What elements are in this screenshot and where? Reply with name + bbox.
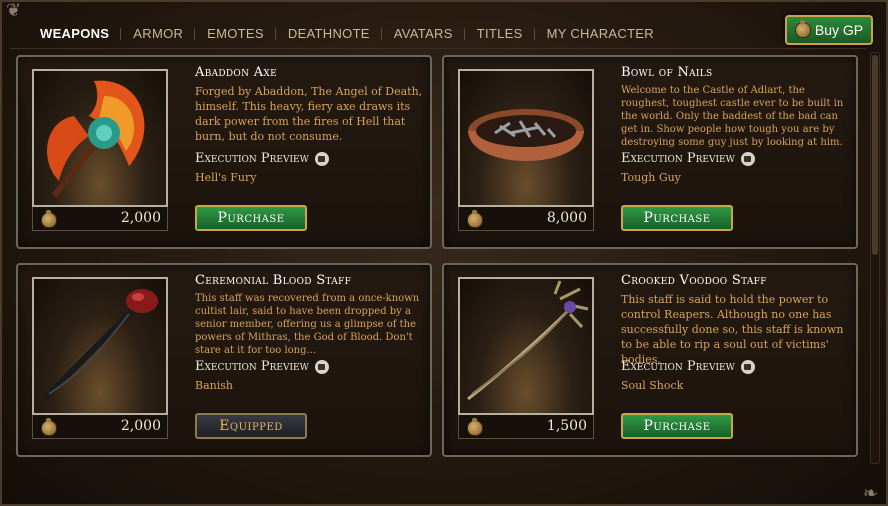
coin-bag-icon [467,210,483,228]
execution-name: Soul Shock [621,379,684,392]
purchase-button[interactable]: Purchase [621,205,733,231]
item-list: 2,000 Abaddon Axe Forged by Abaddon, The… [10,48,866,469]
shop-window: ❦ ❧ WEAPONS ARMOR EMOTES DEATHNOTE AVATA… [0,0,888,506]
camera-icon[interactable] [314,151,329,166]
purchase-button[interactable]: Purchase [195,205,307,231]
item-image-ceremonial-blood-staff [32,277,168,415]
tab-weapons[interactable]: WEAPONS [28,26,121,41]
execution-name: Banish [195,379,233,392]
item-card: 1,500 Crooked Voodoo Staff This staff is… [442,263,858,457]
item-price: 1,500 [546,418,587,434]
execution-preview[interactable]: Execution Preview [621,151,755,166]
buy-gp-label: Buy GP [814,22,864,38]
execution-preview[interactable]: Execution Preview [195,151,329,166]
tab-deathnote[interactable]: DEATHNOTE [274,26,382,41]
item-description: Welcome to the Castle of Adlart, the rou… [621,85,844,148]
item-card: 2,000 Abaddon Axe Forged by Abaddon, The… [16,55,432,249]
coin-bag-icon [467,418,483,436]
item-title: Abaddon Axe [195,65,277,80]
tab-armor[interactable]: ARMOR [120,26,195,41]
camera-icon[interactable] [740,151,755,166]
item-card: 8,000 Bowl of Nails Welcome to the Castl… [442,55,858,249]
price-tag: 2,000 [32,415,168,439]
tab-titles[interactable]: TITLES [463,26,535,41]
execution-preview[interactable]: Execution Preview [195,359,329,374]
execution-preview-label: Execution Preview [621,359,735,374]
coin-bag-icon [794,20,811,38]
item-title: Bowl of Nails [621,65,713,80]
item-description: This staff was recovered from a once-kno… [195,293,420,356]
coin-bag-icon [41,210,57,228]
item-title: Ceremonial Blood Staff [195,273,352,288]
tab-avatars[interactable]: AVATARS [380,26,465,41]
purchase-button[interactable]: Purchase [621,413,733,439]
execution-preview-label: Execution Preview [195,151,309,166]
tab-my-character[interactable]: MY CHARACTER [533,26,666,41]
scrollbar-thumb[interactable] [872,55,878,255]
buy-gp-button[interactable]: Buy GP [785,15,873,45]
item-card: 2,000 Ceremonial Blood Staff This staff … [16,263,432,457]
item-title: Crooked Voodoo Staff [621,273,767,288]
price-tag: 2,000 [32,207,168,231]
camera-icon[interactable] [314,359,329,374]
item-description: This staff is said to hold the power to … [621,293,844,366]
category-tabs: WEAPONS ARMOR EMOTES DEATHNOTE AVATARS T… [28,18,666,48]
item-description: Forged by Abaddon, The Angel of Death, h… [195,85,423,143]
execution-preview-label: Execution Preview [195,359,309,374]
execution-preview[interactable]: Execution Preview [621,359,755,374]
item-image-abaddon-axe [32,69,168,207]
tab-emotes[interactable]: EMOTES [194,26,276,41]
item-image-bowl-of-nails [458,69,594,207]
camera-icon[interactable] [740,359,755,374]
coin-bag-icon [41,418,57,436]
item-price: 8,000 [546,210,587,226]
item-price: 2,000 [120,210,161,226]
execution-preview-label: Execution Preview [621,151,735,166]
execution-name: Hell's Fury [195,171,257,184]
execution-name: Tough Guy [621,171,681,184]
ornament-corner-icon: ❧ [862,483,878,504]
scrollbar[interactable] [870,52,880,464]
item-price: 2,000 [120,418,161,434]
price-tag: 1,500 [458,415,594,439]
price-tag: 8,000 [458,207,594,231]
equipped-button[interactable]: Equipped [195,413,307,439]
item-image-crooked-voodoo-staff [458,277,594,415]
ornament-corner-icon: ❦ [6,0,22,21]
